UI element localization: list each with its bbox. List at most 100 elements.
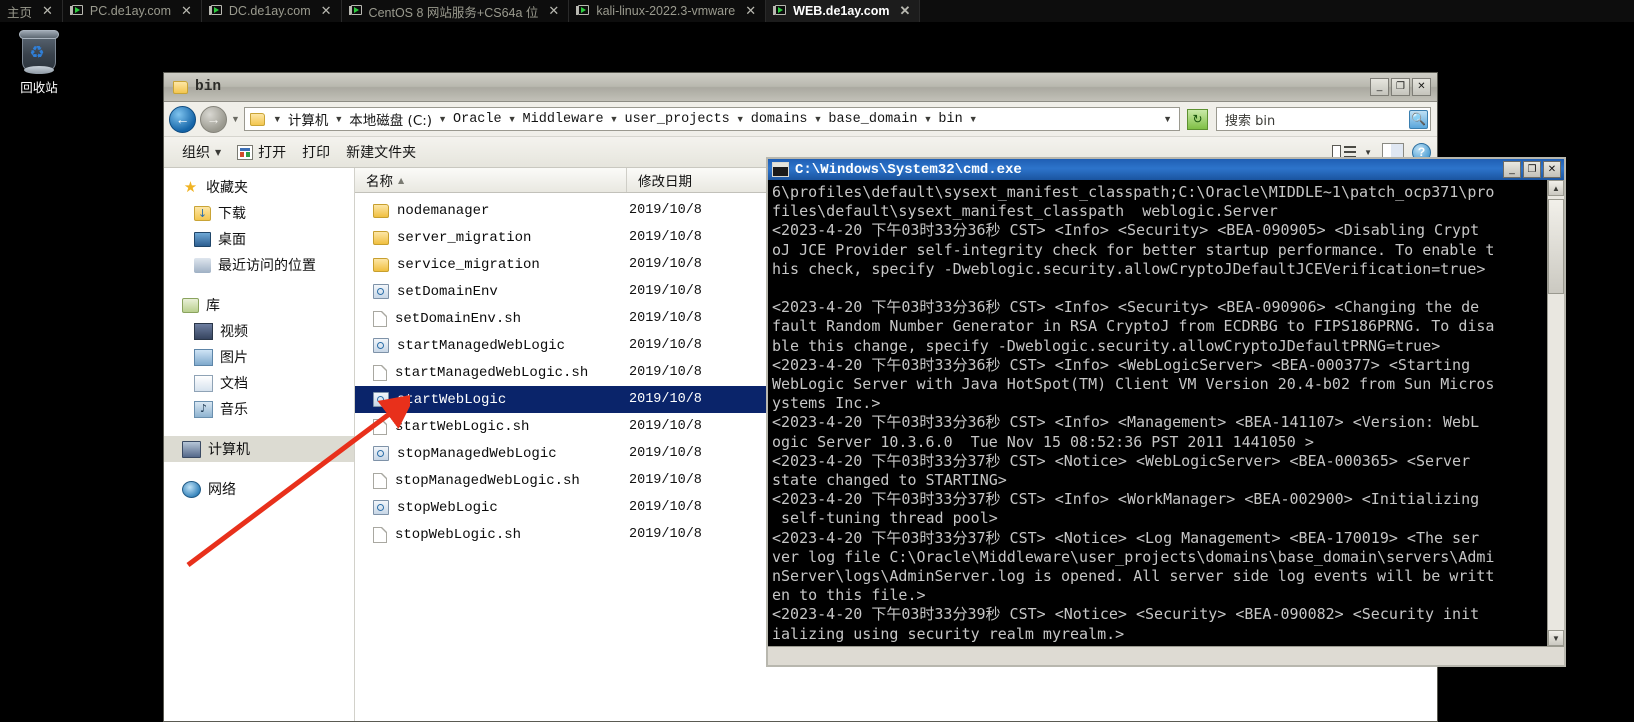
back-button[interactable]: ← xyxy=(169,105,196,133)
nav-item-documents[interactable]: 文档 xyxy=(164,370,354,396)
close-button[interactable]: ✕ xyxy=(1412,78,1431,96)
vm-tab-4[interactable]: kali-linux-2022.3-vmware ✕ xyxy=(569,0,767,22)
column-date-label: 修改日期 xyxy=(638,174,692,190)
nav-item-video[interactable]: 视频 xyxy=(164,318,354,344)
search-box[interactable]: 搜索 bin 🔍 xyxy=(1216,107,1431,131)
forward-button[interactable]: → xyxy=(200,105,227,133)
breadcrumb-chevron-icon[interactable]: ▼ xyxy=(505,114,520,124)
vm-tab-3[interactable]: CentOS 8 网站服务+CS64a 位 ✕ xyxy=(342,0,570,22)
file-name-cell[interactable]: stopManagedWebLogic xyxy=(355,446,627,462)
close-icon[interactable]: ✕ xyxy=(38,3,53,19)
file-name-cell[interactable]: startWebLogic.sh xyxy=(355,418,627,435)
breadcrumb-chevron-icon[interactable]: ▼ xyxy=(920,114,935,124)
breadcrumb-chevron-icon[interactable]: ▼ xyxy=(435,114,450,124)
nav-group-library[interactable]: 库 xyxy=(164,292,354,318)
scroll-track[interactable] xyxy=(1548,196,1564,630)
breadcrumb-item-3[interactable]: Middleware xyxy=(521,112,606,127)
chevron-down-icon[interactable]: ▼ xyxy=(270,114,285,124)
desktop-icon-recycle-bin[interactable]: ♻ 回收站 xyxy=(2,28,76,96)
file-name-cell[interactable]: startWebLogic xyxy=(355,392,627,408)
file-name-cell[interactable]: stopWebLogic xyxy=(355,500,627,516)
cmd-minimize-button[interactable]: _ xyxy=(1503,161,1521,178)
explorer-title-bar[interactable]: bin _ ❐ ✕ xyxy=(164,73,1437,102)
breadcrumb-chevron-icon[interactable]: ▼ xyxy=(607,114,622,124)
file-name-cell[interactable]: service_migration xyxy=(355,257,627,273)
file-name-cell[interactable]: nodemanager xyxy=(355,203,627,219)
close-icon[interactable]: ✕ xyxy=(741,3,756,19)
cmd-title-bar[interactable]: C:\Windows\System32\cmd.exe _ ❐ ✕ xyxy=(768,159,1564,180)
explorer-address-bar: ← → ▼ ▼ 计算机 ▼ 本地磁盘 (C:) ▼ Oracle ▼ Middleware ▼ u… xyxy=(164,102,1437,137)
nav-group-network[interactable]: 网络 xyxy=(164,476,354,502)
recycle-bin-label: 回收站 xyxy=(20,81,58,95)
breadcrumb-item-7[interactable]: bin xyxy=(936,112,964,127)
new-folder-button[interactable]: 新建文件夹 xyxy=(342,140,428,164)
close-icon[interactable]: ✕ xyxy=(177,3,192,19)
view-chevron-down-icon[interactable]: ▼ xyxy=(1364,148,1372,157)
refresh-button[interactable]: ↻ xyxy=(1187,108,1208,130)
close-icon[interactable]: ✕ xyxy=(896,3,911,19)
breadcrumb-item-6[interactable]: base_domain xyxy=(826,112,919,127)
cmd-script-icon xyxy=(373,284,389,299)
nav-item-recent-places[interactable]: 最近访问的位置 xyxy=(164,252,354,278)
file-name-cell[interactable]: startManagedWebLogic.sh xyxy=(355,364,627,381)
nav-item-music[interactable]: ♪ 音乐 xyxy=(164,396,354,422)
organize-label: 组织 xyxy=(182,145,210,161)
cmd-maximize-button[interactable]: ❐ xyxy=(1523,161,1541,178)
screen: 主页 ✕ PC.de1ay.com ✕ DC.de1ay.com ✕ CentOS 8 网站… xyxy=(0,0,1634,722)
organize-button[interactable]: 组织 ▼ xyxy=(178,140,233,164)
scroll-up-button[interactable]: ▲ xyxy=(1548,180,1564,196)
close-icon[interactable]: ✕ xyxy=(317,3,332,19)
vm-tab-1[interactable]: PC.de1ay.com ✕ xyxy=(63,0,202,22)
breadcrumb-item-1[interactable]: 本地磁盘 (C:) xyxy=(347,109,434,129)
search-icon[interactable]: 🔍 xyxy=(1409,109,1428,129)
nav-group-gap xyxy=(164,462,354,476)
cmd-close-button[interactable]: ✕ xyxy=(1543,161,1561,178)
breadcrumb-item-5[interactable]: domains xyxy=(749,112,810,127)
column-header-name[interactable]: 名称 ▲ xyxy=(355,168,627,192)
scroll-thumb[interactable] xyxy=(1548,199,1564,294)
breadcrumb-item-0[interactable]: 计算机 xyxy=(286,109,331,129)
breadcrumb-chevron-icon[interactable]: ▼ xyxy=(733,114,748,124)
file-name-cell[interactable]: startManagedWebLogic xyxy=(355,338,627,354)
console-output: 6\profiles\default\sysext_manifest_class… xyxy=(772,183,1495,643)
scroll-down-button[interactable]: ▼ xyxy=(1548,630,1564,646)
file-name-cell[interactable]: stopManagedWebLogic.sh xyxy=(355,472,627,489)
minimize-button[interactable]: _ xyxy=(1370,78,1389,96)
file-name-cell[interactable]: setDomainEnv.sh xyxy=(355,310,627,327)
file-name-cell[interactable]: server_migration xyxy=(355,230,627,246)
breadcrumb-chevron-icon[interactable]: ▼ xyxy=(966,114,981,124)
nav-group-star[interactable]: ★ 收藏夹 xyxy=(164,174,354,200)
shell-script-icon xyxy=(373,472,387,489)
breadcrumb-item-2[interactable]: Oracle xyxy=(451,112,504,127)
open-button[interactable]: 打开 xyxy=(233,140,298,164)
nav-group-computer[interactable]: 计算机 xyxy=(164,436,354,462)
history-dropdown-icon[interactable]: ▼ xyxy=(231,114,240,124)
shell-script-icon xyxy=(373,310,387,327)
breadcrumb[interactable]: ▼ 计算机 ▼ 本地磁盘 (C:) ▼ Oracle ▼ Middleware ▼ user_pr… xyxy=(243,107,1180,131)
nav-item-desktop[interactable]: 桌面 xyxy=(164,226,354,252)
search-input[interactable]: 搜索 bin xyxy=(1225,110,1409,129)
cmd-scrollbar[interactable]: ▲ ▼ xyxy=(1547,180,1564,646)
maximize-button[interactable]: ❐ xyxy=(1391,78,1410,96)
nav-item-downloads[interactable]: ↓ 下载 xyxy=(164,200,354,226)
column-header-date[interactable]: 修改日期 xyxy=(627,168,777,192)
file-name-label: startWebLogic.sh xyxy=(395,418,530,435)
print-button[interactable]: 打印 xyxy=(298,140,342,164)
breadcrumb-chevron-icon[interactable]: ▼ xyxy=(810,114,825,124)
breadcrumb-chevron-icon[interactable]: ▼ xyxy=(331,114,346,124)
breadcrumb-item-4[interactable]: user_projects xyxy=(622,112,731,127)
cmd-title: C:\Windows\System32\cmd.exe xyxy=(795,161,1022,178)
vm-tab-2[interactable]: DC.de1ay.com ✕ xyxy=(202,0,342,22)
address-dropdown-icon[interactable]: ▼ xyxy=(1160,114,1175,124)
network-icon xyxy=(182,480,201,498)
vm-tab-0[interactable]: 主页 ✕ xyxy=(0,0,63,22)
file-date-cell: 2019/10/8 xyxy=(629,338,702,353)
file-name-cell[interactable]: setDomainEnv xyxy=(355,284,627,300)
nav-group-label: 网络 xyxy=(208,482,236,498)
file-name-cell[interactable]: stopWebLogic.sh xyxy=(355,526,627,543)
nav-item-pictures[interactable]: 图片 xyxy=(164,344,354,370)
close-icon[interactable]: ✕ xyxy=(544,3,559,19)
file-name-label: stopManagedWebLogic.sh xyxy=(395,472,580,489)
vm-tab-5[interactable]: WEB.de1ay.com ✕ xyxy=(766,0,921,22)
vm-tab-icon xyxy=(576,5,590,17)
